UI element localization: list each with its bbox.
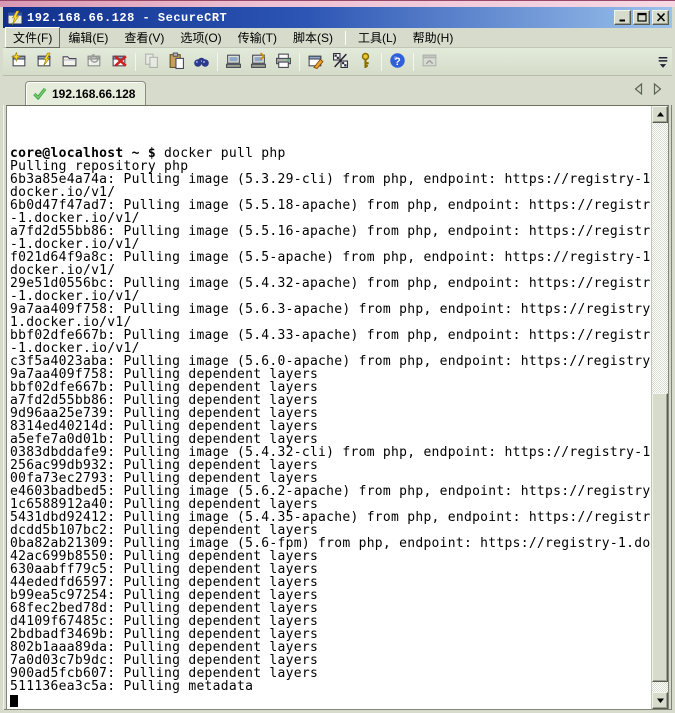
copy-icon: [143, 52, 160, 72]
toolbar-separator: [217, 53, 218, 71]
menu-edit[interactable]: 编辑(E): [60, 27, 116, 48]
disconnect-icon: [111, 52, 128, 72]
menu-transfer[interactable]: 传输(T): [230, 27, 285, 48]
menu-file[interactable]: 文件(F): [5, 27, 60, 48]
menu-script[interactable]: 脚本(S): [285, 27, 341, 48]
desktop-background-strip: [0, 0, 675, 7]
menu-help[interactable]: 帮助(H): [405, 27, 462, 48]
terminal-line: [10, 108, 651, 121]
disconnect-button[interactable]: [107, 50, 132, 74]
securecrt-window: 192.168.66.128 - SecureCRT 文件(F) 编辑(E) 查…: [0, 7, 675, 713]
scroll-up-arrow-icon[interactable]: [652, 106, 668, 123]
print-button[interactable]: [271, 50, 296, 74]
session-tab-label: 192.168.66.128: [52, 87, 135, 101]
session-options-button[interactable]: [303, 50, 328, 74]
raw-log-session-button[interactable]: [246, 50, 271, 74]
toolbar-overflow-chevron-icon[interactable]: [656, 52, 670, 72]
toolbar: ?: [3, 48, 672, 76]
quick-connect-icon: [11, 52, 28, 72]
maximize-button[interactable]: [633, 10, 650, 25]
help-button[interactable]: ?: [385, 50, 410, 74]
terminal-frame: core@localhost ~ $ docker pull phpPullin…: [6, 105, 669, 710]
svg-text:?: ?: [394, 55, 400, 67]
connect-in-tab-button[interactable]: [57, 50, 82, 74]
copy-button: [139, 50, 164, 74]
menu-separator: [345, 31, 346, 45]
terminal-screen[interactable]: core@localhost ~ $ docker pull phpPullin…: [7, 106, 651, 709]
session-tab-bar: 192.168.66.128: [3, 76, 672, 105]
title-bar[interactable]: 192.168.66.128 - SecureCRT: [3, 7, 672, 28]
tab-scroll-right-icon[interactable]: [651, 82, 664, 96]
toolbar-separator: [135, 53, 136, 71]
fullscreen-button: [417, 50, 442, 74]
toolbar-separator: [381, 53, 382, 71]
log-session-button[interactable]: [221, 50, 246, 74]
connect-in-tab-icon: [61, 52, 78, 72]
print-icon: [275, 52, 292, 72]
paste-button[interactable]: [164, 50, 189, 74]
minimize-button[interactable]: [614, 10, 631, 25]
raw-log-session-icon: [250, 52, 267, 72]
tab-scroll-arrows: [632, 82, 664, 96]
window-title: 192.168.66.128 - SecureCRT: [27, 11, 612, 25]
find-icon: [193, 52, 210, 72]
global-options-button[interactable]: [328, 50, 353, 74]
menu-view[interactable]: 查看(V): [116, 27, 172, 48]
scrollbar-thumb[interactable]: [652, 393, 668, 682]
terminal-line: [10, 121, 651, 134]
global-options-icon: [332, 52, 349, 72]
toolbar-separator: [299, 53, 300, 71]
find-button[interactable]: [189, 50, 214, 74]
fullscreen-icon: [421, 52, 438, 72]
scrollbar-track[interactable]: [652, 123, 668, 692]
session-tab[interactable]: 192.168.66.128: [25, 81, 146, 105]
securecrt-app-icon: [7, 10, 23, 26]
ssh-key-icon: [357, 52, 374, 72]
menu-tools[interactable]: 工具(L): [350, 27, 405, 48]
reconnect-icon: [86, 52, 103, 72]
connect-icon: [36, 52, 53, 72]
reconnect-button: [82, 50, 107, 74]
terminal-line: [10, 693, 651, 706]
close-button[interactable]: [652, 10, 669, 25]
scroll-down-arrow-icon[interactable]: [652, 692, 668, 709]
session-options-icon: [307, 52, 324, 72]
log-session-icon: [225, 52, 242, 72]
paste-icon: [168, 52, 185, 72]
terminal-line: 511136ea3c5a: Pulling metadata: [10, 680, 651, 693]
tab-scroll-left-icon[interactable]: [632, 82, 645, 96]
ssh-key-button[interactable]: [353, 50, 378, 74]
toolbar-separator: [413, 53, 414, 71]
menu-options[interactable]: 选项(O): [172, 27, 229, 48]
terminal-cursor: [10, 695, 18, 707]
connected-check-icon: [32, 86, 47, 101]
help-icon: ?: [389, 52, 406, 72]
quick-connect-button[interactable]: [7, 50, 32, 74]
vertical-scrollbar[interactable]: [651, 106, 668, 709]
connect-button[interactable]: [32, 50, 57, 74]
menu-bar: 文件(F) 编辑(E) 查看(V) 选项(O) 传输(T) 脚本(S) 工具(L…: [3, 28, 672, 48]
